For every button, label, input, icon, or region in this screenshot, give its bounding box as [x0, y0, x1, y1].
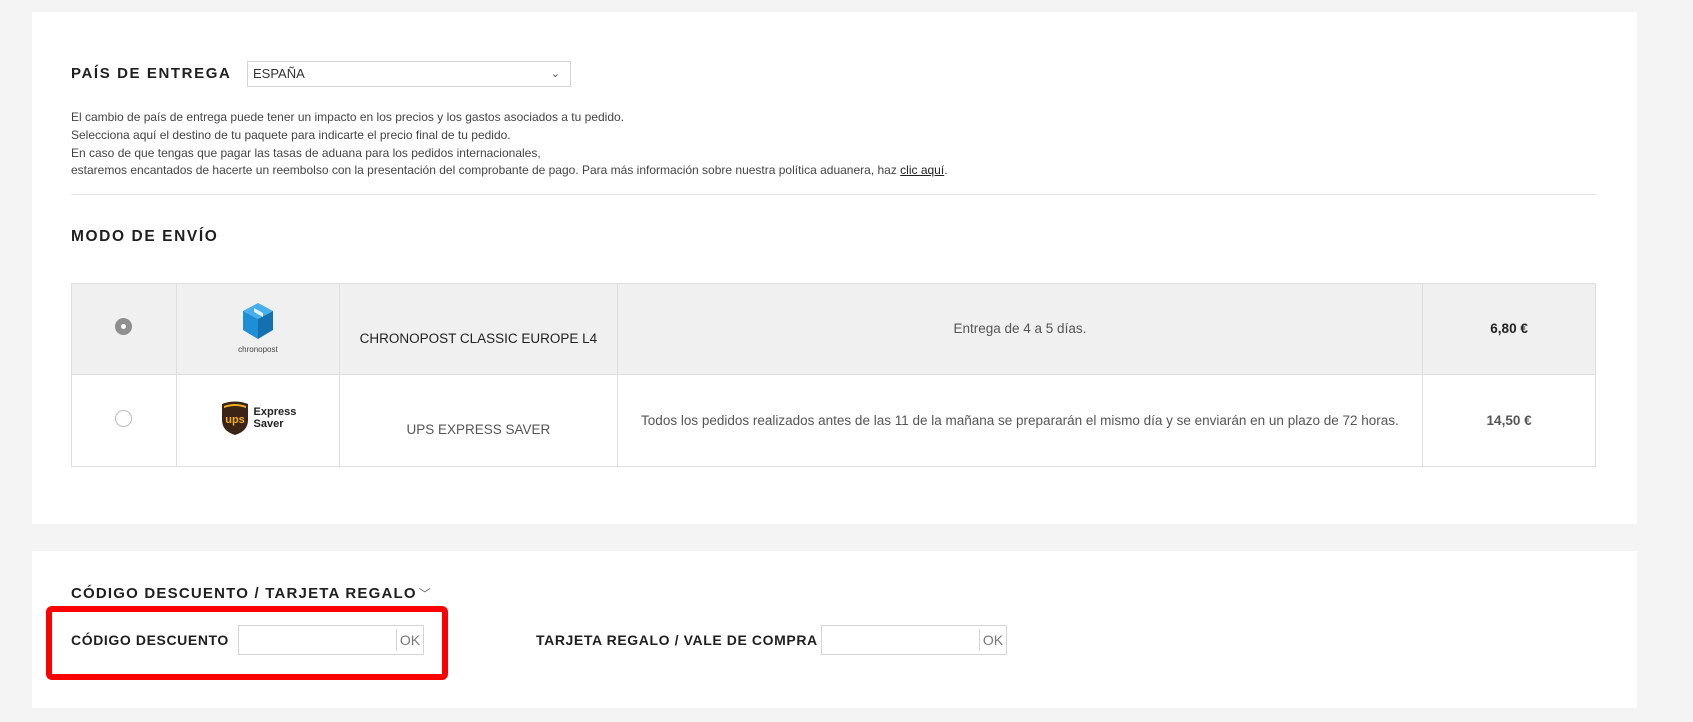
country-label: PAÍS DE ENTREGA: [71, 65, 232, 82]
customs-policy-link[interactable]: clic aquí: [900, 163, 944, 177]
carrier-price-cell: 14,50 €: [1422, 374, 1596, 467]
carrier-name: UPS EXPRESS SAVER: [406, 421, 551, 437]
delivery-card: PAÍS DE ENTREGA ESPAÑA ⌄ El cambio de pa…: [32, 12, 1637, 524]
chronopost-logo: chronopost: [223, 302, 293, 354]
carrier-description-cell: Entrega de 4 a 5 días.: [616, 283, 1424, 375]
ups-shield-icon: ups: [221, 401, 248, 435]
carrier-logo-cell: chronopost: [175, 283, 341, 375]
ups-express-saver-logo: ups Express Saver: [220, 400, 297, 436]
chronopost-logo-text: chronopost: [238, 344, 278, 354]
divider: [71, 194, 1596, 195]
shipping-radio[interactable]: [115, 409, 133, 427]
info-line: El cambio de país de entrega puede tener…: [71, 110, 625, 124]
chevron-down-icon: ⌄: [550, 68, 560, 80]
carrier-logo-cell: ups Express Saver: [175, 374, 341, 467]
carrier-price: 14,50 €: [1486, 412, 1532, 428]
gift-card-input[interactable]: [822, 626, 980, 654]
info-line: En caso de que tengas que pagar las tasa…: [71, 145, 541, 160]
radio-cell[interactable]: [71, 374, 177, 467]
ups-logo-text: Express: [253, 406, 297, 418]
country-select-value: ESPAÑA: [253, 66, 305, 81]
chronopost-cube-icon: [242, 302, 273, 339]
info-line: Selecciona aquí el destino de tu paquete…: [71, 127, 511, 142]
chevron-down-icon[interactable]: ﹀: [419, 587, 432, 601]
info-period: .: [944, 163, 948, 178]
carrier-price-cell: 6,80 €: [1422, 283, 1596, 375]
radio-cell[interactable]: [71, 283, 177, 375]
highlight-box: [46, 606, 448, 680]
shipping-method-title: MODO DE ENVÍO: [71, 228, 219, 245]
info-line-text: estaremos encantados de hacerte un reemb…: [71, 163, 901, 178]
shipping-option-row[interactable]: chronopost CHRONOPOST CLASSIC EUROPE L4 …: [71, 283, 1596, 375]
discount-section-title[interactable]: CÓDIGO DESCUENTO / TARJETA REGALO ﹀: [71, 585, 432, 602]
country-select[interactable]: ESPAÑA ⌄: [247, 61, 571, 87]
carrier-description: Todos los pedidos realizados antes de la…: [641, 412, 1399, 428]
info-line: estaremos encantados de hacerte un reemb…: [71, 162, 1071, 180]
carrier-description: Entrega de 4 a 5 días.: [953, 321, 1087, 336]
carrier-description-cell: Todos los pedidos realizados antes de la…: [616, 374, 1424, 467]
ups-logo-text: Saver: [253, 418, 284, 430]
shipping-radio-selected[interactable]: [115, 318, 133, 335]
ups-logo-label: Express Saver: [254, 406, 297, 430]
carrier-name-cell: CHRONOPOST CLASSIC EUROPE L4: [339, 283, 618, 375]
carrier-price: 6,80 €: [1490, 321, 1528, 336]
shipping-options-table: chronopost CHRONOPOST CLASSIC EUROPE L4 …: [71, 283, 1596, 467]
gift-card-label: TARJETA REGALO / VALE DE COMPRA: [536, 632, 818, 648]
ups-badge-text: ups: [225, 414, 245, 426]
gift-card-ok-button[interactable]: OK: [979, 629, 1006, 651]
gift-card-box: OK: [821, 625, 1007, 655]
carrier-name: CHRONOPOST CLASSIC EUROPE L4: [359, 331, 598, 346]
shipping-option-row[interactable]: ups Express Saver UPS EXPRESS SAVER Todo…: [71, 374, 1596, 467]
discount-section-title-text: CÓDIGO DESCUENTO / TARJETA REGALO: [71, 585, 417, 602]
carrier-name-cell: UPS EXPRESS SAVER: [339, 374, 618, 467]
delivery-info-text: El cambio de país de entrega puede tener…: [71, 109, 1071, 180]
